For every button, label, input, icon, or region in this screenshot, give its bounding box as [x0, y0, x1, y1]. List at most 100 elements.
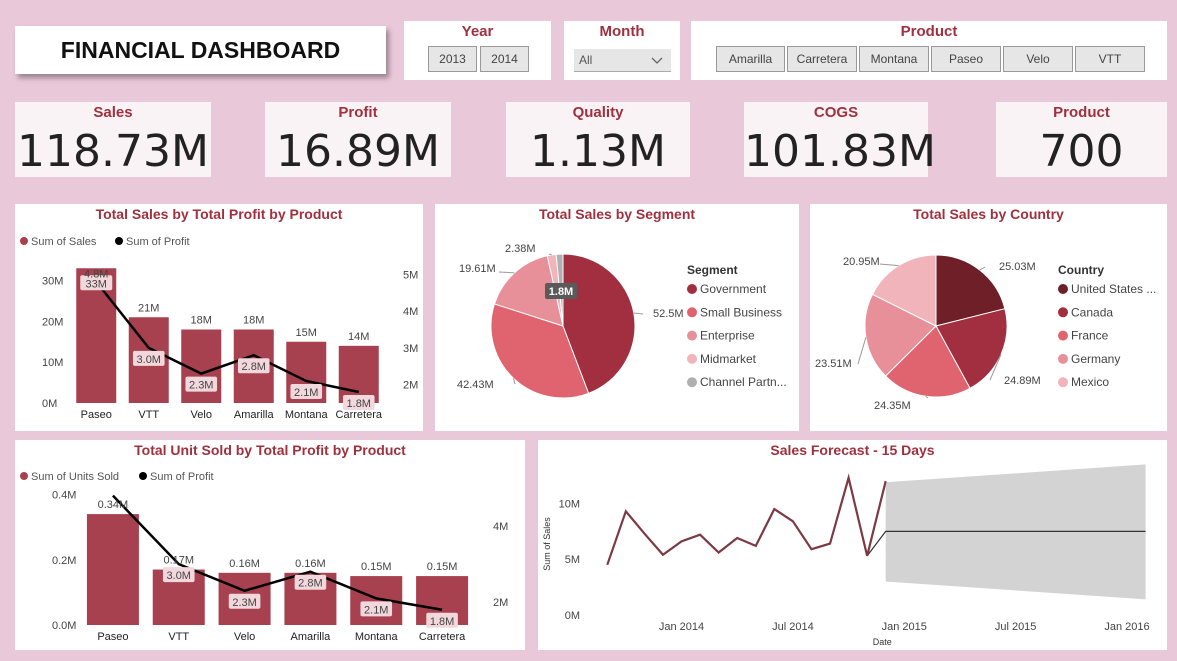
country-pie-chart: Country United States ... Canada France Germ…: [815, 254, 1156, 412]
leader-line: [548, 253, 552, 256]
x-tick-label: Paseo: [97, 631, 128, 643]
kpi-sales-label: Sales: [93, 104, 133, 121]
legend-label: Mexico: [1071, 375, 1109, 389]
legend-marker: [1058, 284, 1068, 294]
y-axis-title: Sum of Sales: [542, 517, 552, 571]
kpi-product-value: 700: [1039, 126, 1124, 177]
x-tick-label: Jul 2014: [772, 621, 814, 633]
month-dropdown[interactable]: All: [574, 49, 671, 72]
year-option-2014[interactable]: 2014: [480, 46, 529, 72]
legend-marker: [1058, 307, 1068, 318]
y-tick-label: 0.0M: [52, 620, 76, 632]
forecast-chart-panel: Sales Forecast - 15 Days 0M 5M 10M Jan 2014…: [538, 440, 1167, 650]
product-option-paseo[interactable]: Paseo: [931, 46, 1001, 72]
x-tick-label: Velo: [234, 631, 255, 643]
product-option-montana[interactable]: Montana: [859, 46, 929, 72]
pie-data-label: 20.95M: [843, 256, 880, 268]
pie-data-label: 24.35M: [874, 400, 911, 412]
profit-data-label: 2.8M: [242, 361, 266, 373]
legend-marker: [20, 237, 28, 245]
x-tick-label: Jan 2014: [659, 621, 704, 633]
kpi-profit-card: Profit 16.89M: [265, 102, 451, 177]
y2-tick-label: 3M: [403, 343, 418, 355]
y-tick-label: 0.4M: [52, 490, 76, 502]
profit-data-label: 3.0M: [137, 354, 161, 366]
x-tick-label: Amarilla: [234, 409, 275, 421]
x-tick-label: Carretera: [419, 631, 466, 643]
x-tick-label: Velo: [191, 409, 212, 421]
bar-data-label: 0.15M: [361, 561, 392, 573]
country-chart-panel: Total Sales by Country Country United Sta…: [810, 204, 1167, 431]
bar: [86, 514, 139, 625]
kpi-quality-label: Quality: [572, 104, 624, 121]
units-profit-chart: Sum of Units Sold Sum of Profit 0.0M 0.2M 0.…: [20, 471, 508, 643]
legend-marker: [687, 377, 697, 388]
x-tick-label: Jan 2016: [1104, 621, 1149, 633]
kpi-cogs-label: COGS: [813, 104, 859, 121]
product-option-velo[interactable]: Velo: [1003, 46, 1073, 72]
bar-data-label: 0.17M: [163, 555, 194, 567]
kpi-sales-value: 118.73M: [17, 126, 209, 177]
legend-marker: [1058, 377, 1068, 388]
profit-data-label: 1.8M: [430, 616, 454, 628]
bar-data-label: 0.34M: [98, 499, 129, 511]
pie-data-label: 2.38M: [505, 243, 536, 255]
year-slicer-title: Year: [461, 23, 494, 40]
legend-title: Segment: [687, 263, 738, 277]
kpi-quality-card: Quality 1.13M: [506, 102, 690, 177]
legend-label: Midmarket: [700, 352, 757, 366]
y2-tick-label: 2M: [403, 380, 418, 392]
y2-tick-label: 4M: [403, 306, 418, 318]
bar-data-label: 15M: [296, 327, 317, 339]
month-slicer-title: Month: [599, 23, 645, 40]
legend-label: France: [1071, 329, 1109, 343]
bar-data-label: 21M: [138, 302, 159, 314]
x-tick-label: Montana: [285, 409, 329, 421]
profit-data-label: 3.0M: [167, 570, 191, 582]
legend-marker: [687, 330, 697, 341]
pie-data-label: 23.51M: [815, 358, 852, 370]
segment-pie-chart: Segment Government Small Business Enterpris…: [457, 243, 787, 399]
profit-data-label: 2.1M: [294, 387, 318, 399]
sales-profit-chart-panel: Total Sales by Total Profit by Product S…: [15, 204, 423, 431]
leader-line: [979, 266, 986, 271]
profit-data-label: 2.8M: [298, 578, 322, 590]
pie-data-label: 42.43M: [457, 379, 494, 391]
profit-data-label: 2.3M: [232, 597, 256, 609]
units-profit-chart-panel: Total Unit Sold by Total Profit by Produ…: [15, 440, 525, 650]
product-option-vtt[interactable]: VTT: [1075, 46, 1145, 72]
legend-marker: [687, 307, 697, 318]
dashboard-title: FINANCIAL DASHBOARD: [15, 26, 386, 74]
legend-label: United States ...: [1071, 282, 1156, 296]
y-tick-label: 5M: [565, 554, 580, 566]
legend-title: Country: [1058, 263, 1104, 277]
y-tick-label: 0M: [42, 398, 57, 410]
product-option-carretera[interactable]: Carretera: [787, 46, 857, 72]
pie-data-label: 1.8M: [549, 286, 573, 298]
sales-line: [606, 473, 887, 566]
product-slicer: Product Amarilla Carretera Montana Paseo…: [691, 21, 1167, 80]
bar-data-label: 0.15M: [427, 561, 458, 573]
legend-marker: [1058, 353, 1068, 364]
y-tick-label: 20M: [42, 316, 63, 328]
legend-marker: [139, 472, 147, 480]
kpi-cogs-value: 101.83M: [744, 126, 936, 177]
legend-marker: [1058, 330, 1068, 341]
profit-data-label: 2.1M: [364, 604, 388, 616]
legend-label: Government: [700, 282, 767, 296]
product-slicer-title: Product: [900, 23, 958, 40]
legend-label: Canada: [1071, 305, 1113, 319]
leader-line: [498, 271, 515, 274]
product-option-amarilla[interactable]: Amarilla: [716, 46, 785, 72]
leader-line: [879, 263, 899, 267]
profit-data-label: 1.8M: [347, 398, 371, 410]
bar-data-label: 0.16M: [295, 558, 326, 570]
legend-label: Sum of Sales: [31, 236, 97, 248]
legend-marker: [687, 284, 697, 294]
bar: [338, 345, 379, 403]
year-option-2013[interactable]: 2013: [428, 46, 477, 72]
kpi-profit-label: Profit: [338, 104, 378, 121]
y2-tick-label: 2M: [493, 597, 508, 609]
chevron-down-icon: [651, 57, 663, 64]
legend-marker: [20, 472, 28, 480]
